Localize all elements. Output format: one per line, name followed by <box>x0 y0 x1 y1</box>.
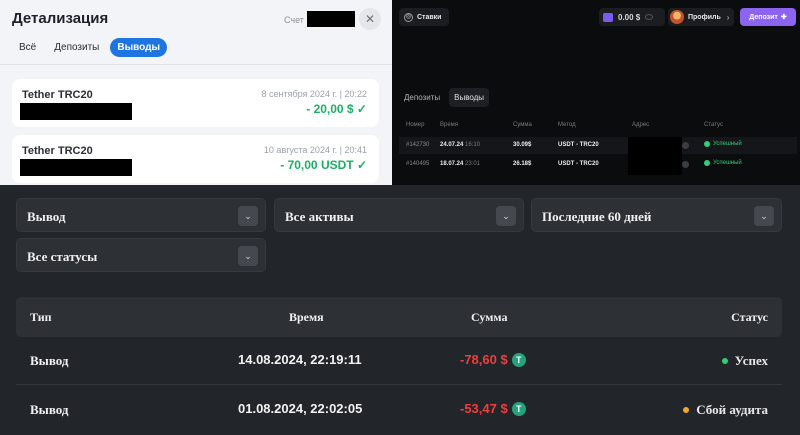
close-icon[interactable]: ✕ <box>359 8 381 30</box>
copy-icon[interactable] <box>682 142 689 149</box>
divider <box>0 64 392 65</box>
address-redacted <box>628 137 682 175</box>
address-redacted <box>20 103 132 120</box>
status-badge: Сбой аудита <box>683 402 768 418</box>
account-label: Счет <box>284 15 304 25</box>
detail-tabs: Всё Депозиты Выводы <box>12 38 168 57</box>
tab-withdrawals[interactable]: Выводы <box>449 88 490 107</box>
profile-button[interactable]: Профиль › <box>668 8 734 26</box>
currency-name: Tether TRC20 <box>22 89 93 101</box>
column-header-method: Метод <box>558 122 576 128</box>
casino-panel: ◎ Ставки 0.00 $ Профиль › Депозит ✚ Депо… <box>392 0 800 185</box>
column-header-time: Время <box>440 122 459 128</box>
row-number: #142730 <box>406 142 430 148</box>
avatar <box>670 10 684 24</box>
history-panel: Вывод ⌄ Все активы ⌄ Последние 60 дней ⌄… <box>0 185 800 435</box>
row-type: Вывод <box>30 402 69 417</box>
table-row[interactable]: Вывод 14.08.2024, 22:19:11 -78,60 $ T Усп… <box>16 337 782 385</box>
tether-icon: T <box>511 352 526 367</box>
detail-title: Детализация <box>12 10 109 27</box>
transaction-amount: - 20,00 $ ✓ <box>306 102 367 116</box>
transaction-card[interactable]: Tether TRC20 10 августа 2024 г. | 20:41 … <box>12 135 379 183</box>
column-header-address: Адрес <box>632 122 650 128</box>
deposit-label: Депозит <box>749 13 778 21</box>
currency-name: Tether TRC20 <box>22 145 93 157</box>
row-type: Вывод <box>30 353 69 368</box>
address-redacted <box>20 159 132 176</box>
balance-widget[interactable]: 0.00 $ <box>599 8 665 26</box>
plus-icon: ✚ <box>780 14 787 21</box>
chevron-down-icon[interactable]: ⌄ <box>238 246 258 266</box>
status-filter-value: Все статусы <box>27 249 98 264</box>
table-header: Тип Время Сумма Статус <box>16 297 782 337</box>
column-header-status: Статус <box>704 122 723 128</box>
assets-filter-value: Все активы <box>285 209 354 224</box>
bets-label: Ставки <box>417 13 442 21</box>
column-header-sum: Сумма <box>471 310 508 324</box>
account-redacted <box>307 11 355 27</box>
table-row: #142730 24.07.24 16:10 30.09$ USDT - TRC… <box>399 137 797 154</box>
row-sum: -53,47 $ T <box>460 401 526 416</box>
period-filter[interactable]: Последние 60 дней ⌄ <box>531 198 782 232</box>
transaction-card[interactable]: Tether TRC20 8 сентября 2024 г. | 20:22 … <box>12 79 379 127</box>
status-badge: Успешный <box>704 141 742 147</box>
assets-filter[interactable]: Все активы ⌄ <box>274 198 524 232</box>
success-dot-icon <box>704 141 710 147</box>
column-header-sum: Сумма <box>513 122 532 128</box>
status-dot-icon <box>683 407 690 413</box>
detail-panel: Детализация Счет ✕ Всё Депозиты Выводы T… <box>0 0 392 185</box>
chevron-down-icon[interactable]: ⌄ <box>754 206 774 226</box>
row-time: 01.08.2024, 22:02:05 <box>238 401 363 416</box>
tab-withdrawals[interactable]: Выводы <box>110 38 168 57</box>
type-filter-value: Вывод <box>27 209 66 224</box>
chevron-right-icon: › <box>726 12 730 22</box>
status-dot-icon <box>721 358 728 364</box>
chevron-down-icon[interactable]: ⌄ <box>238 206 258 226</box>
table-row[interactable]: Вывод 01.08.2024, 22:02:05 -53,47 $ T Сбо… <box>16 386 782 434</box>
tether-icon: T <box>511 401 526 416</box>
row-date: 18.07.24 23:01 <box>440 161 481 167</box>
profile-label: Профиль <box>688 13 721 21</box>
row-time: 14.08.2024, 22:19:11 <box>238 352 362 367</box>
history-tabs: Депозиты Выводы <box>399 88 490 107</box>
status-badge: Успешный <box>704 160 742 166</box>
tab-deposits[interactable]: Депозиты <box>399 88 445 107</box>
table-row: #140495 18.07.24 23:01 26.18$ USDT - TRC… <box>399 156 797 173</box>
status-badge: Успех <box>721 353 768 369</box>
tab-all[interactable]: Всё <box>12 38 43 57</box>
deposit-button[interactable]: Депозит ✚ <box>740 8 796 26</box>
column-header-type: Тип <box>30 310 52 324</box>
column-header-status: Статус <box>731 310 768 324</box>
row-method: USDT - TRC20 <box>558 161 599 167</box>
period-filter-value: Последние 60 дней <box>542 209 652 224</box>
row-date: 24.07.24 16:10 <box>440 142 481 148</box>
divider <box>16 384 782 385</box>
status-filter[interactable]: Все статусы ⌄ <box>16 238 266 272</box>
column-header-time: Время <box>289 310 324 324</box>
transaction-date: 10 августа 2024 г. | 20:41 <box>263 145 367 155</box>
balance-value: 0.00 $ <box>618 12 641 22</box>
row-number: #140495 <box>406 161 430 167</box>
chevron-down-icon[interactable]: ⌄ <box>496 206 516 226</box>
success-dot-icon <box>704 160 710 166</box>
transaction-amount: - 70,00 USDT ✓ <box>280 158 367 172</box>
bets-button[interactable]: ◎ Ставки <box>399 8 449 26</box>
tab-deposits[interactable]: Депозиты <box>47 38 106 57</box>
column-header-number: Номер <box>406 122 425 128</box>
type-filter[interactable]: Вывод ⌄ <box>16 198 266 232</box>
row-sum: 30.09$ <box>513 142 532 148</box>
wallet-icon <box>603 12 613 22</box>
globe-icon: ◎ <box>404 12 413 22</box>
copy-icon[interactable] <box>682 161 689 168</box>
row-method: USDT - TRC20 <box>558 142 599 148</box>
eye-icon[interactable] <box>645 14 654 20</box>
row-sum: 26.18$ <box>513 161 532 167</box>
row-sum: -78,60 $ T <box>460 352 526 367</box>
transaction-date: 8 сентября 2024 г. | 20:22 <box>261 89 367 99</box>
